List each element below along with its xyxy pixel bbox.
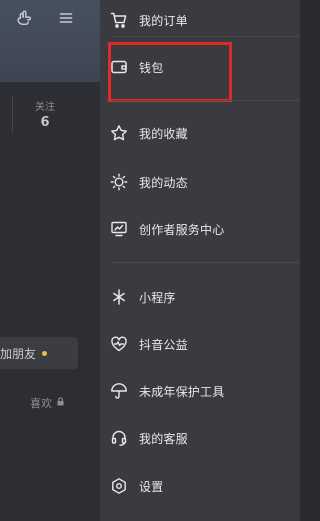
menu-item-minor-protection[interactable]: 未成年保护工具 <box>110 376 290 406</box>
add-friend-button[interactable]: 加朋友 <box>0 337 78 369</box>
menu-separator <box>112 36 300 37</box>
menu-item-label: 小程序 <box>139 290 176 305</box>
menu-item-label: 我的订单 <box>139 13 188 28</box>
menu-separator <box>112 100 300 101</box>
lock-icon <box>56 397 65 409</box>
profile-header-background <box>0 0 100 82</box>
menu-item-moments[interactable]: 我的动态 <box>110 167 290 197</box>
menu-item-label: 未成年保护工具 <box>139 384 225 399</box>
umbrella-icon <box>110 382 128 400</box>
menu-item-label: 抖音公益 <box>139 337 188 352</box>
menu-item-favorites[interactable]: 我的收藏 <box>110 118 290 148</box>
asterisk-icon <box>110 288 128 306</box>
menu-item-label: 我的动态 <box>139 175 188 190</box>
sun-icon <box>110 173 128 191</box>
cart-icon <box>110 11 128 29</box>
menu-item-charity[interactable]: 抖音公益 <box>110 329 290 359</box>
likes-label: 喜欢 <box>30 397 52 410</box>
heart-pulse-icon <box>110 335 128 353</box>
wallet-icon <box>110 58 128 76</box>
profile-body-background <box>0 82 100 521</box>
hand-pointer-icon[interactable] <box>14 8 34 28</box>
menu-item-settings[interactable]: 设置 <box>110 471 290 501</box>
menu-item-label: 我的收藏 <box>139 126 188 141</box>
menu-item-orders[interactable]: 我的订单 <box>110 5 290 35</box>
headset-icon <box>110 429 128 447</box>
menu-item-label: 钱包 <box>139 60 164 75</box>
menu-item-label: 创作者服务中心 <box>139 222 225 237</box>
settings-hex-icon <box>110 477 128 495</box>
menu-item-mini-programs[interactable]: 小程序 <box>110 282 290 312</box>
likes-tab[interactable]: 喜欢 <box>30 395 65 411</box>
menu-item-label: 设置 <box>139 479 164 494</box>
add-friend-label: 加朋友 <box>0 346 37 361</box>
notification-dot <box>42 350 48 356</box>
stats-divider <box>12 95 13 133</box>
follow-count: 6 <box>40 115 50 130</box>
menu-item-customer-service[interactable]: 我的客服 <box>110 423 290 453</box>
menu-icon[interactable] <box>56 8 76 28</box>
follow-label: 关注 <box>35 102 55 113</box>
menu-separator <box>112 262 300 263</box>
menu-item-creator-center[interactable]: 创作者服务中心 <box>110 214 290 244</box>
monitor-chart-icon <box>110 220 128 238</box>
star-icon <box>110 124 128 142</box>
menu-item-wallet[interactable]: 钱包 <box>110 52 290 82</box>
follow-stat[interactable]: 关注 6 <box>30 98 60 130</box>
menu-item-label: 我的客服 <box>139 431 188 446</box>
